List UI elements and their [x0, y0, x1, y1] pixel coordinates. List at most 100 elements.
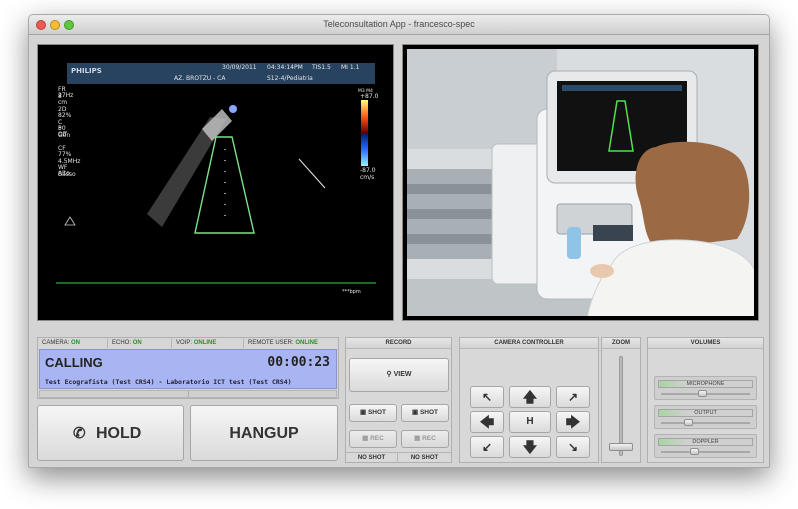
doppler-volume-knob[interactable] — [689, 448, 699, 455]
zoom-header: ZOOM — [602, 338, 640, 349]
remote-camera-pane — [402, 44, 759, 321]
output-volume: OUTPUT — [654, 405, 757, 429]
echo-status-label: ECHO: — [112, 340, 132, 346]
title-bar: Teleconsultation App - francesco-spec — [29, 15, 769, 35]
no-shot-status-2: NO SHOT — [398, 452, 451, 463]
output-volume-knob[interactable] — [683, 419, 693, 426]
zoom-slider-handle[interactable] — [609, 443, 633, 452]
connection-status-bar: CAMERA: ON ECHO: ON VOIP: ONLINE REMOTE … — [38, 338, 338, 348]
rec-label-2: REC — [422, 435, 436, 442]
arrow-down-icon: 🡇 — [522, 439, 538, 455]
search-icon: ⚲ — [386, 371, 392, 378]
ultrasound-tis: TIS1.5 — [312, 64, 331, 71]
record-icon: ▦ — [362, 435, 369, 442]
probe-marker — [229, 105, 237, 113]
echo-status: ECHO: ON — [108, 338, 172, 348]
shot-button-1[interactable]: ▣ SHOT — [349, 404, 397, 422]
ultrasound-info-line: Gen — [58, 131, 71, 139]
ultrasound-date: 30/09/2011 — [222, 64, 257, 71]
microphone-volume-knob[interactable] — [697, 390, 707, 397]
microphone-volume-label: MICROPHONE — [658, 380, 753, 388]
call-display: CALLING 00:00:23 Test Ecografista (Test … — [39, 349, 337, 389]
camera-controller-header: CAMERA CONTROLLER — [460, 338, 598, 349]
call-participants: Test Ecografista (Test CRS4) - Laborator… — [45, 378, 292, 386]
pan-down-right-button[interactable]: ↘ — [556, 436, 590, 458]
pan-down-left-button[interactable]: ↙ — [470, 436, 504, 458]
arrow-right-icon: 🡆 — [565, 414, 581, 430]
pan-up-left-button[interactable]: ↖ — [470, 386, 504, 408]
person-hair — [635, 141, 750, 249]
rec-button-1[interactable]: ▦ REC — [349, 430, 397, 448]
camera-icon: ▣ — [359, 409, 367, 416]
volumes-panel: VOLUMES MICROPHONE OUTPUT DOPPLER — [647, 337, 764, 463]
arrow-up-left-icon: ↖ — [481, 390, 493, 404]
arrow-down-left-icon: ↙ — [481, 440, 493, 454]
camera-home-button[interactable]: H — [509, 411, 551, 433]
shot-button-2[interactable]: ▣ SHOT — [401, 404, 449, 422]
camera-feed — [407, 49, 754, 316]
hold-label: HOLD — [96, 425, 142, 442]
doppler-volume-label: DOPPLER — [658, 438, 753, 446]
no-shot-status-1: NO SHOT — [346, 452, 398, 463]
scale-top: +87.0 — [360, 93, 379, 100]
ultrasound-facility: AZ. BROTZU - CA — [174, 75, 226, 82]
ultrasound-mi: MI 1.1 — [341, 64, 360, 71]
ultrasound-info-line: Basso — [58, 170, 76, 178]
app-window: Teleconsultation App - francesco-spec PH… — [28, 14, 770, 468]
bpm-readout: ***bpm — [342, 289, 361, 295]
view-button[interactable]: ⚲ VIEW — [349, 358, 449, 392]
remote-user-status: REMOTE USER: ONLINE — [244, 338, 338, 348]
doppler-volume-track[interactable] — [661, 451, 750, 453]
output-volume-label: OUTPUT — [658, 409, 753, 417]
shot-label-2: SHOT — [419, 409, 439, 416]
camera-image — [407, 49, 754, 316]
color-scale-negative — [361, 133, 368, 166]
ultrasound-probe: S12-4/Pediatria — [267, 75, 313, 82]
remote-user-status-value: ONLINE — [295, 340, 319, 346]
ultrasound-video-pane: PHILIPS 30/09/2011 04:34:14PM TIS1.5 MI … — [37, 44, 394, 321]
echo-status-value: ON — [132, 340, 142, 346]
pan-down-button[interactable]: 🡇 — [509, 436, 551, 458]
camera-controller-panel: CAMERA CONTROLLER ↖ 🡅 ↗ 🡄 H 🡆 ↙ 🡇 ↘ — [459, 337, 599, 463]
microphone-volume: MICROPHONE — [654, 376, 757, 400]
output-volume-track[interactable] — [661, 422, 750, 424]
zoom-panel: ZOOM — [601, 337, 641, 463]
ultrasound-brand: PHILIPS — [71, 67, 102, 75]
phone-icon: ✆ — [73, 425, 86, 442]
view-label: VIEW — [393, 371, 412, 378]
hold-button[interactable]: ✆ HOLD — [37, 405, 184, 461]
camera-icon: ▣ — [411, 409, 419, 416]
ultrasound-time: 04:34:14PM — [267, 64, 303, 71]
voip-status: VOIP: ONLINE — [172, 338, 244, 348]
zoom-slider-track[interactable] — [619, 356, 623, 456]
arrow-up-icon: 🡅 — [522, 389, 538, 405]
call-timer: 00:00:23 — [267, 355, 330, 370]
call-status-panel: CAMERA: ON ECHO: ON VOIP: ONLINE REMOTE … — [37, 337, 339, 399]
ultrasound-info-line: 8 cm — [58, 92, 68, 106]
rec-label-1: REC — [370, 435, 384, 442]
pan-left-button[interactable]: 🡄 — [470, 411, 504, 433]
voip-status-value: ONLINE — [193, 340, 217, 346]
pan-up-button[interactable]: 🡅 — [509, 386, 551, 408]
pan-right-button[interactable]: 🡆 — [556, 411, 590, 433]
orientation-icon — [64, 216, 76, 226]
rec-button-2[interactable]: ▦ REC — [401, 430, 449, 448]
camera-status: CAMERA: ON — [38, 338, 108, 348]
volumes-header: VOLUMES — [648, 338, 763, 349]
color-scale-positive — [361, 100, 368, 133]
call-subbar — [39, 390, 337, 398]
pan-up-right-button[interactable]: ↗ — [556, 386, 590, 408]
arrow-up-right-icon: ↗ — [567, 390, 579, 404]
scale-unit: cm/s — [360, 174, 375, 181]
record-header: RECORD — [346, 338, 451, 349]
camera-status-value: ON — [71, 340, 81, 346]
window-title: Teleconsultation App - francesco-spec — [323, 19, 475, 29]
ultrasound-screen: PHILIPS 30/09/2011 04:34:14PM TIS1.5 MI … — [42, 49, 389, 316]
ultrasound-image — [56, 63, 376, 284]
home-label: H — [526, 416, 534, 427]
hangup-button[interactable]: HANGUP — [190, 405, 338, 461]
voip-status-label: VOIP: — [176, 340, 193, 346]
doppler-volume: DOPPLER — [654, 434, 757, 458]
shot-label-1: SHOT — [367, 409, 387, 416]
call-state: CALLING — [45, 355, 103, 370]
